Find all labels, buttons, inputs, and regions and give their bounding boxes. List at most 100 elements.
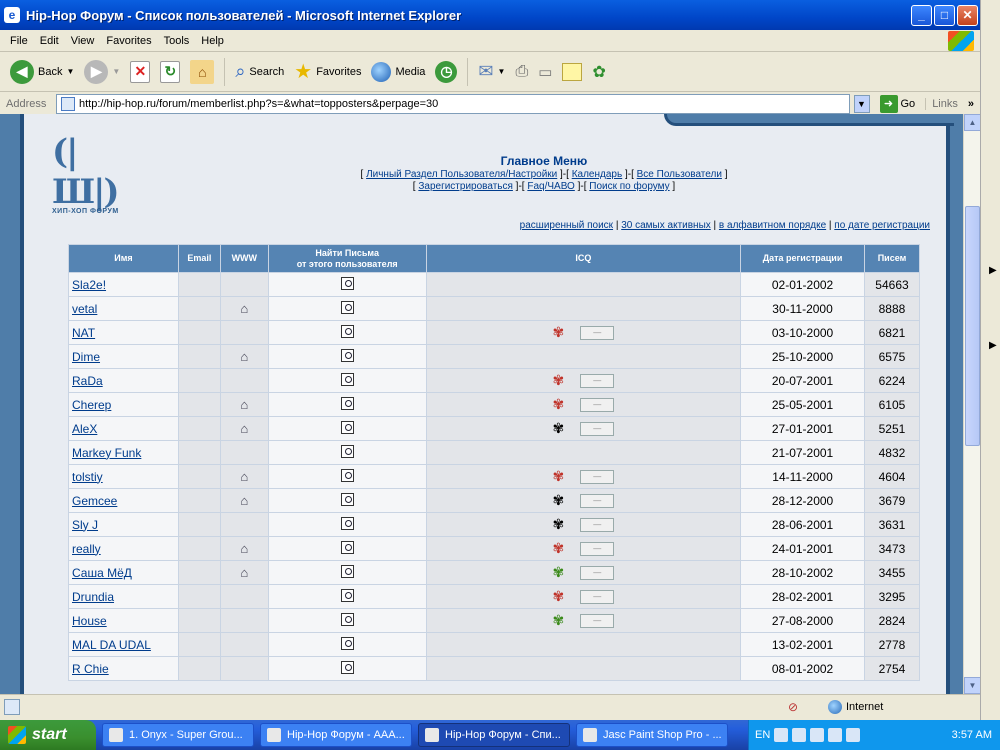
help-icon[interactable] <box>774 728 789 742</box>
address-input[interactable]: http://hip-hop.ru/forum/memberlist.php?s… <box>56 93 850 114</box>
homepage-icon[interactable]: ⌂ <box>240 397 248 412</box>
icq-add-button[interactable]: — <box>580 589 615 604</box>
member-link[interactable]: AleX <box>72 422 97 436</box>
nav-search[interactable]: Поиск по форуму <box>589 181 669 192</box>
icq-status-icon[interactable]: ✾ <box>552 612 564 629</box>
icq-status-icon[interactable]: ✾ <box>552 372 564 389</box>
menu-favorites[interactable]: Favorites <box>100 35 157 47</box>
homepage-icon[interactable]: ⌂ <box>240 421 248 436</box>
icq-status-icon[interactable]: ✾ <box>552 588 564 605</box>
stop-button[interactable]: ✕ <box>126 59 154 85</box>
scroll-down-button[interactable]: ▼ <box>964 677 980 694</box>
icq-add-button[interactable]: — <box>580 517 615 532</box>
mail-button[interactable]: ✉ ▼ <box>474 59 509 84</box>
col-posts[interactable]: Писем <box>863 244 921 273</box>
menu-tools[interactable]: Tools <box>158 35 196 47</box>
find-posts-icon[interactable] <box>340 420 354 434</box>
member-link[interactable]: Markey Funk <box>72 446 141 460</box>
favorites-button[interactable]: ★ Favorites <box>290 57 365 86</box>
forum-logo[interactable]: (|Ш|) ХИП-ХОП ФОРУМ <box>52 132 138 215</box>
icq-add-button[interactable]: — <box>580 565 615 580</box>
media-button[interactable]: Media <box>367 60 429 84</box>
find-posts-icon[interactable] <box>340 564 354 578</box>
icq-lite-button[interactable]: ✿ <box>588 60 609 84</box>
find-posts-icon[interactable] <box>340 372 354 386</box>
member-link[interactable]: Sly J <box>72 518 98 532</box>
task-paint-shop[interactable]: Jasc Paint Shop Pro - ... <box>576 723 728 747</box>
find-posts-icon[interactable] <box>340 276 354 290</box>
find-posts-icon[interactable] <box>340 540 354 554</box>
icq-add-button[interactable]: — <box>580 421 615 436</box>
icq-status-icon[interactable]: ✾ <box>552 420 564 437</box>
find-posts-icon[interactable] <box>340 660 354 674</box>
edit-button[interactable]: ▭ <box>534 61 556 83</box>
refresh-button[interactable]: ↻ <box>156 59 184 85</box>
find-posts-icon[interactable] <box>340 444 354 458</box>
col-name[interactable]: Имя <box>68 244 179 273</box>
nav-user-cp[interactable]: Личный Раздел Пользователя/Настройки <box>366 169 557 180</box>
icq-add-button[interactable]: — <box>580 373 615 388</box>
member-link[interactable]: Sla2e! <box>72 278 106 292</box>
icq-add-button[interactable]: — <box>580 613 615 628</box>
address-dropdown[interactable]: ▼ <box>853 94 870 113</box>
print-button[interactable]: ⎙ <box>511 61 532 83</box>
find-posts-icon[interactable] <box>340 612 354 626</box>
discuss-button[interactable] <box>558 61 586 83</box>
scroll-thumb[interactable] <box>965 206 980 446</box>
vertical-scrollbar[interactable]: ▲ ▼ <box>963 114 980 694</box>
homepage-icon[interactable]: ⌂ <box>240 469 248 484</box>
volume-icon[interactable] <box>846 728 861 742</box>
icq-status-icon[interactable]: ✾ <box>552 516 564 533</box>
nav-register[interactable]: Зарегистрироваться <box>418 181 513 192</box>
link-top-30[interactable]: 30 самых активных <box>621 220 711 231</box>
find-posts-icon[interactable] <box>340 636 354 650</box>
scroll-up-button[interactable]: ▲ <box>964 114 980 131</box>
link-by-regdate[interactable]: по дате регистрации <box>834 220 930 231</box>
icq-add-button[interactable]: — <box>580 397 615 412</box>
member-link[interactable]: Cherep <box>72 398 111 412</box>
member-link[interactable]: vetal <box>72 302 97 316</box>
find-posts-icon[interactable] <box>340 300 354 314</box>
find-posts-icon[interactable] <box>340 588 354 602</box>
nav-calendar[interactable]: Календарь <box>572 169 622 180</box>
homepage-icon[interactable]: ⌂ <box>240 349 248 364</box>
member-link[interactable]: Саша МёД <box>72 566 132 580</box>
task-forum-list[interactable]: Hip-Hop Форум - Спи... <box>418 723 570 747</box>
menu-edit[interactable]: Edit <box>34 35 65 47</box>
icq-status-icon[interactable]: ✾ <box>552 492 564 509</box>
icq-status-icon[interactable]: ✾ <box>552 396 564 413</box>
nav-faq[interactable]: Faq/ЧАВО <box>527 181 574 192</box>
icq-status-icon[interactable]: ✾ <box>552 540 564 557</box>
member-link[interactable]: MAL DA UDAL <box>72 638 151 652</box>
close-button[interactable]: ✕ <box>957 4 978 26</box>
homepage-icon[interactable]: ⌂ <box>240 565 248 580</box>
icq-status-icon[interactable]: ✾ <box>552 324 564 341</box>
member-link[interactable]: really <box>72 542 101 556</box>
member-link[interactable]: House <box>72 614 107 628</box>
member-link[interactable]: Dime <box>72 350 100 364</box>
member-link[interactable]: Drundia <box>72 590 114 604</box>
icq-status-icon[interactable]: ✾ <box>552 468 564 485</box>
task-onyx[interactable]: 1. Onyx - Super Grou... <box>102 723 254 747</box>
member-link[interactable]: RaDa <box>72 374 103 388</box>
icq-add-button[interactable]: — <box>580 493 615 508</box>
link-advanced-search[interactable]: расширенный поиск <box>520 220 613 231</box>
homepage-icon[interactable]: ⌂ <box>240 301 248 316</box>
network-icon[interactable] <box>828 728 843 742</box>
task-forum-aaa[interactable]: Hip-Hop Форум - AAA... <box>260 723 412 747</box>
go-button[interactable]: ➜ Go <box>874 94 922 113</box>
search-button[interactable]: ⌕ Search <box>231 59 288 84</box>
back-button[interactable]: ◀ Back ▼ <box>6 58 78 86</box>
find-posts-icon[interactable] <box>340 492 354 506</box>
member-link[interactable]: NAT <box>72 326 95 340</box>
language-indicator[interactable]: EN <box>755 729 770 741</box>
member-link[interactable]: tolstiy <box>72 470 103 484</box>
forward-button[interactable]: ▶ ▼ <box>80 58 124 86</box>
tray-app-icon[interactable] <box>810 728 825 742</box>
member-link[interactable]: R Chie <box>72 662 109 676</box>
menu-file[interactable]: File <box>4 35 34 47</box>
menu-view[interactable]: View <box>65 35 101 47</box>
nav-all-users[interactable]: Все Пользователи <box>637 169 722 180</box>
find-posts-icon[interactable] <box>340 468 354 482</box>
maximize-button[interactable]: □ <box>934 4 955 26</box>
